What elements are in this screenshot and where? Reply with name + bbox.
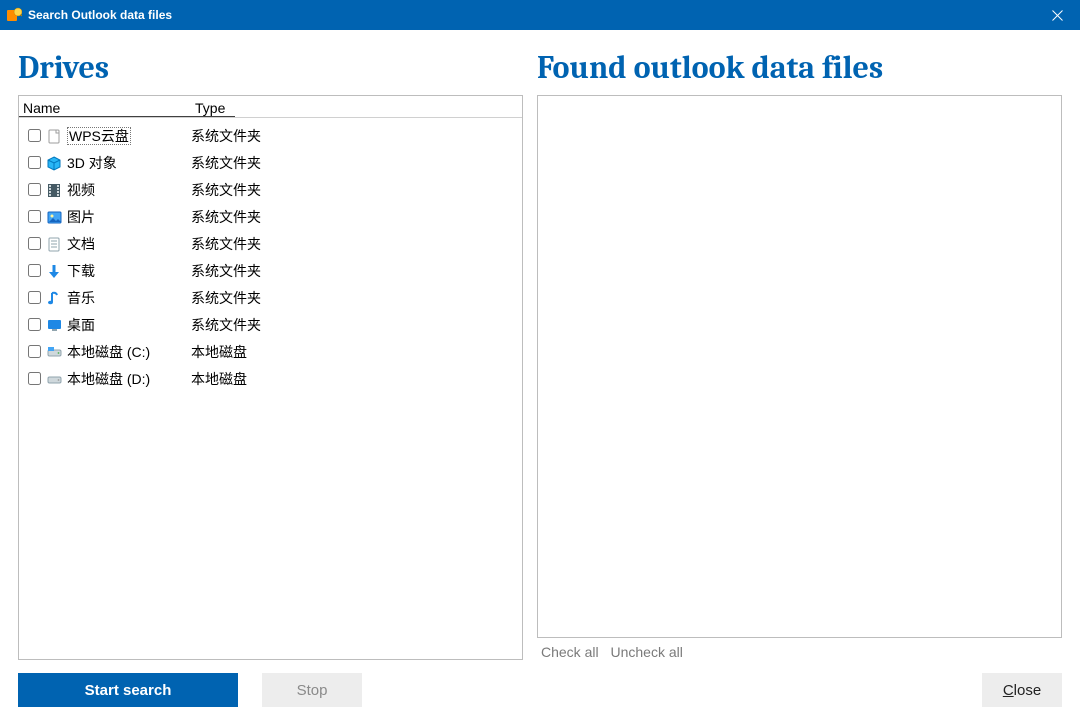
row-name: 下载: [67, 261, 179, 281]
close-button-rest: lose: [1014, 682, 1042, 699]
app-icon: [6, 7, 22, 23]
doc-icon: [45, 235, 63, 253]
column-name[interactable]: Name: [19, 100, 183, 117]
row-type: 系统文件夹: [179, 126, 261, 146]
drive-row[interactable]: 视频系统文件夹: [19, 176, 522, 203]
window-title: Search Outlook data files: [28, 8, 172, 22]
row-type: 系统文件夹: [179, 288, 261, 308]
found-panel: Found outlook data files Check all Unche…: [537, 50, 1062, 660]
drive-row[interactable]: 本地磁盘 (C:)本地磁盘: [19, 338, 522, 365]
title-bar: Search Outlook data files: [0, 0, 1080, 30]
row-name: 本地磁盘 (C:): [67, 342, 179, 362]
row-type: 系统文件夹: [179, 153, 261, 173]
found-list[interactable]: [537, 95, 1062, 638]
row-checkbox[interactable]: [25, 183, 43, 197]
row-checkbox[interactable]: [25, 237, 43, 251]
download-icon: [45, 262, 63, 280]
drives-panel: Drives Name Type WPS云盘系统文件夹3D 对象系统文件夹视频系…: [18, 50, 523, 660]
drive1-icon: [45, 343, 63, 361]
row-name: 文档: [67, 234, 179, 254]
row-name: 图片: [67, 207, 179, 227]
row-checkbox[interactable]: [25, 372, 43, 386]
drive-row[interactable]: 桌面系统文件夹: [19, 311, 522, 338]
row-checkbox[interactable]: [25, 318, 43, 332]
row-name: 音乐: [67, 288, 179, 308]
drives-heading: Drives: [18, 50, 523, 85]
row-type: 系统文件夹: [179, 234, 261, 254]
row-name: 3D 对象: [67, 153, 179, 173]
row-checkbox[interactable]: [25, 264, 43, 278]
close-button[interactable]: Close: [982, 673, 1062, 707]
drive-row[interactable]: 3D 对象系统文件夹: [19, 149, 522, 176]
row-type: 系统文件夹: [179, 180, 261, 200]
footer: Start search Stop Close: [0, 660, 1080, 720]
row-name: WPS云盘: [67, 126, 179, 146]
drive-row[interactable]: 下载系统文件夹: [19, 257, 522, 284]
list-header: Name Type: [19, 96, 522, 118]
window-close-button[interactable]: [1034, 0, 1080, 30]
row-name: 桌面: [67, 315, 179, 335]
bulk-links: Check all Uncheck all: [537, 638, 1062, 660]
row-type: 系统文件夹: [179, 207, 261, 227]
drive-row[interactable]: WPS云盘系统文件夹: [19, 122, 522, 149]
row-checkbox[interactable]: [25, 345, 43, 359]
close-button-mnemonic: C: [1003, 682, 1014, 699]
picture-icon: [45, 208, 63, 226]
row-type: 系统文件夹: [179, 261, 261, 281]
drives-list[interactable]: Name Type WPS云盘系统文件夹3D 对象系统文件夹视频系统文件夹图片系…: [18, 95, 523, 660]
drive-row[interactable]: 图片系统文件夹: [19, 203, 522, 230]
start-search-button[interactable]: Start search: [18, 673, 238, 707]
check-all-link[interactable]: Check all: [541, 644, 599, 660]
music-icon: [45, 289, 63, 307]
drive2-icon: [45, 370, 63, 388]
row-checkbox[interactable]: [25, 156, 43, 170]
drive-row[interactable]: 音乐系统文件夹: [19, 284, 522, 311]
desktop-icon: [45, 316, 63, 334]
row-type: 本地磁盘: [179, 369, 247, 389]
drive-row[interactable]: 本地磁盘 (D:)本地磁盘: [19, 365, 522, 392]
row-type: 系统文件夹: [179, 315, 261, 335]
page-icon: [45, 127, 63, 145]
cube-icon: [45, 154, 63, 172]
uncheck-all-link[interactable]: Uncheck all: [610, 644, 682, 660]
drive-row[interactable]: 文档系统文件夹: [19, 230, 522, 257]
row-checkbox[interactable]: [25, 129, 43, 143]
row-name: 视频: [67, 180, 179, 200]
column-type[interactable]: Type: [183, 100, 235, 117]
row-type: 本地磁盘: [179, 342, 247, 362]
found-heading: Found outlook data files: [537, 50, 1062, 85]
row-checkbox[interactable]: [25, 291, 43, 305]
film-icon: [45, 181, 63, 199]
row-checkbox[interactable]: [25, 210, 43, 224]
stop-button[interactable]: Stop: [262, 673, 362, 707]
row-name: 本地磁盘 (D:): [67, 369, 179, 389]
close-icon: [1052, 10, 1063, 21]
